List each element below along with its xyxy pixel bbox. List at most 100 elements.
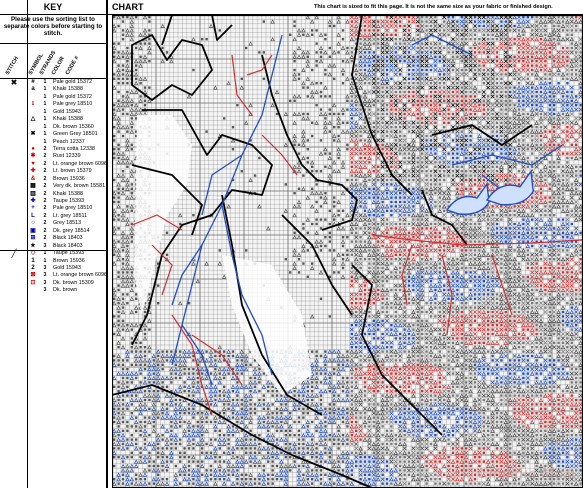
key-color-name: Rust 12339	[53, 153, 81, 160]
key-row: ♥ 2 Lt. orange brown 6096	[0, 161, 106, 168]
key-row: ⊠ 3 Lt. orange brown 6096	[0, 272, 106, 279]
key-symbol: ⊠	[30, 272, 36, 279]
key-color-name: Very dk. brown 15581	[53, 183, 106, 190]
key-strands: 1	[43, 138, 47, 145]
key-row: ✚ 2 Lt. brown 15379	[0, 168, 106, 175]
key-color-name: Dk. grey 18514	[53, 227, 90, 234]
key-symbol: ✚	[30, 168, 36, 175]
key-strands: 1	[43, 93, 47, 100]
key-symbol: L	[31, 212, 35, 219]
key-strands: 2	[43, 198, 47, 204]
key-row: △ 1 Khaki 15388	[0, 116, 106, 123]
key-strands: 2	[43, 227, 47, 234]
key-row: 3 Dk. brown	[0, 287, 106, 294]
key-color-name: Khaki 15388	[53, 190, 83, 197]
chart-note: This chart is sized to fit this page. It…	[314, 4, 553, 10]
key-color-name: Green Grey 18501	[53, 131, 98, 138]
key-row: 1 Gold 15943	[0, 109, 106, 116]
key-symbol: ✱	[30, 153, 36, 160]
key-symbol: +	[31, 205, 35, 212]
key-title: KEY	[0, 0, 106, 15]
key-color-name: Lt. grey 18511	[53, 212, 88, 219]
key-color-name: Taupe 15393	[53, 198, 85, 204]
key-row: L 2 Lt. grey 18511	[0, 213, 106, 220]
col-code: CODE #	[64, 55, 81, 76]
key-row: 1 Peach 12337	[0, 139, 106, 146]
key-strands: 2	[43, 145, 47, 152]
key-strands: 1	[43, 79, 47, 85]
key-strands: 1	[43, 131, 47, 138]
key-color-name: Brown 15936	[53, 175, 85, 182]
key-strands: 3	[43, 272, 47, 279]
key-strands: 2	[43, 220, 47, 227]
key-row: 1 Dk. brown 15360	[0, 124, 106, 131]
key-row: a 1 Khaki 15388	[0, 86, 106, 93]
key-row: ✖ #1 Pale gold 15372	[0, 78, 106, 86]
key-color-name: Dk. brown 15360	[53, 123, 94, 130]
cross-stitch-chart[interactable]	[112, 15, 583, 488]
key-symbol: 2	[31, 264, 35, 271]
key-strands: 2	[43, 160, 47, 167]
key-symbol: #	[31, 79, 35, 85]
key-symbol: 1	[31, 257, 35, 264]
key-strands: 3	[43, 279, 47, 286]
key-strands: 2	[43, 235, 47, 242]
key-strands: 2	[43, 190, 47, 197]
chart-title: CHART	[112, 2, 144, 12]
key-strands: 2	[43, 183, 47, 190]
key-symbol: △	[30, 116, 36, 123]
key-row: ⊞ 2 Black 18403	[0, 235, 106, 242]
key-strands: 2	[43, 168, 47, 175]
key-row: ○ 2 Grey 18513	[0, 220, 106, 227]
key-strands: 2	[43, 153, 47, 160]
key-color-name: Lt. orange brown 6096	[53, 160, 107, 167]
key-strands: 2	[43, 212, 47, 219]
key-row: 1 1 Brown 15936	[0, 258, 106, 265]
key-column-headers: STITCH SYMBOL STRANDS COLOR CODE #	[0, 44, 106, 79]
key-symbol: ▥	[30, 190, 36, 197]
key-row: ▣ 2 Dk. grey 18514	[0, 228, 106, 235]
key-strands: 1	[43, 86, 47, 93]
key-strands: 3	[43, 242, 47, 249]
key-row: ● 2 Terra cotta 12338	[0, 146, 106, 153]
key-symbol: &	[30, 175, 36, 182]
key-symbol: ⊡	[30, 279, 36, 286]
key-strands: 2	[43, 175, 47, 182]
key-color-name: Khaki 15388	[53, 86, 83, 93]
key-section-divider	[0, 250, 106, 252]
key-row: ▦ 2 Very dk. brown 15581	[0, 183, 106, 190]
key-color-name: Dk. brown 15309	[53, 279, 94, 286]
key-symbol: ★	[30, 242, 36, 249]
key-color-name: Pale grey 18510	[53, 101, 93, 108]
key-symbol: ▣	[30, 227, 36, 234]
key-row: 1 Pale gold 15372	[0, 94, 106, 101]
key-strands: 1	[43, 108, 47, 115]
key-strands: 1	[43, 257, 47, 264]
stitch-column-divider	[27, 0, 28, 488]
col-stitch: STITCH	[4, 55, 20, 76]
key-color-name: Pale gold 15372	[53, 93, 92, 100]
key-symbol: ○	[31, 220, 35, 227]
key-color-name: Dk. brown	[53, 287, 78, 294]
key-color-name: Pale gold 15372	[53, 79, 92, 85]
key-note: Please use the sorting list to separate …	[0, 15, 106, 44]
key-strands: 1	[43, 123, 47, 130]
key-color-name: Terra cotta 12338	[53, 145, 95, 152]
key-color-name: Black 18403	[53, 235, 83, 242]
key-color-name: Peach 12337	[53, 138, 85, 145]
chart-header: CHART This chart is sized to fit this pa…	[108, 0, 583, 15]
key-symbol: ✖	[30, 131, 36, 138]
color-key-panel: KEY Please use the sorting list to separ…	[0, 0, 108, 488]
key-strands: 2	[43, 205, 47, 212]
key-symbol: a	[31, 86, 35, 93]
key-symbol: ▦	[30, 183, 36, 190]
key-color-name: Grey 18513	[53, 220, 82, 227]
key-row: ✖ 1 Green Grey 18501	[0, 131, 106, 138]
key-color-name: Pale grey 18510	[53, 205, 93, 212]
key-row: 2 3 Gold 15943	[0, 265, 106, 272]
key-color-name: Black 18403	[53, 242, 83, 249]
key-symbol: ɪ	[31, 101, 35, 108]
key-row: & 2 Brown 15936	[0, 176, 106, 183]
key-color-name: Gold 15943	[53, 108, 81, 115]
key-color-name: Gold 15943	[53, 264, 81, 271]
